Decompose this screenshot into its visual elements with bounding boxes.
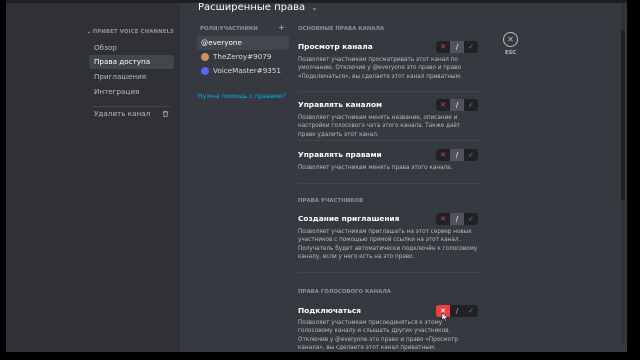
page-title: Расширенные права ⌄ xyxy=(198,2,318,13)
speaker-icon xyxy=(88,30,91,34)
perm-desc-connect: Позволяет участникам присоединяться к эт… xyxy=(298,320,458,351)
perm-title-create-invite: Создание приглашения xyxy=(298,214,400,223)
role-item-thezeroy[interactable]: TheZeroy#9079 xyxy=(197,50,289,64)
sidebar-item-label: Интеграция xyxy=(94,87,140,96)
role-label: @everyone xyxy=(201,38,242,47)
window-frame-left xyxy=(0,0,6,360)
sidebar-channel-header: ПРИВЕТ VOICE CHANNELS xyxy=(88,29,174,35)
permission-toggle-view-channel[interactable]: ✕ / ✓ xyxy=(436,41,478,53)
neutral-icon[interactable]: / xyxy=(450,213,464,225)
delete-channel-label: Удалить канал xyxy=(94,109,151,118)
avatar xyxy=(201,53,209,61)
sidebar-item-invites[interactable]: Приглашения xyxy=(89,70,174,84)
sidebar-item-label: Обзор xyxy=(94,43,117,52)
sidebar-item-integrations[interactable]: Интеграция xyxy=(89,85,174,99)
window-frame-bottom xyxy=(0,352,640,360)
perm-title-manage-channel: Управлять каналом xyxy=(298,100,383,109)
roles-header: РОЛИ/УЧАСТНИКИ xyxy=(200,26,258,32)
sidebar-item-label: Права доступа xyxy=(94,57,151,66)
perm-divider xyxy=(298,91,480,92)
permission-toggle-manage-channel[interactable]: ✕ / ✓ xyxy=(436,99,478,111)
allow-icon[interactable]: ✓ xyxy=(464,99,478,111)
perm-divider xyxy=(298,183,480,184)
deny-icon[interactable]: ✕ xyxy=(436,99,450,111)
deny-icon[interactable]: ✕ xyxy=(436,41,450,53)
perm-title-connect: Подключаться xyxy=(298,306,361,315)
mouse-cursor-icon xyxy=(441,312,449,322)
perm-divider xyxy=(298,140,480,141)
permissions-help-link[interactable]: Нужна помощь с правами? xyxy=(198,93,286,100)
perm-desc-create-invite: Позволяет участникам приглашать на этот … xyxy=(298,229,478,260)
sidebar-item-overview[interactable]: Обзор xyxy=(89,41,174,55)
sidebar-header-label: ПРИВЕТ VOICE CHANNELS xyxy=(92,29,174,35)
plus-icon[interactable]: + xyxy=(278,23,285,32)
perm-desc-manage-permissions: Позволяет участникам менять права этого … xyxy=(298,165,453,171)
section-label-voice: ПРАВА ГОЛОСОВОГО КАНАЛА xyxy=(298,289,391,295)
allow-icon[interactable]: ✓ xyxy=(464,149,478,161)
section-label-channel: ОСНОВНЫЕ ПРАВА КАНАЛА xyxy=(298,26,385,32)
avatar xyxy=(201,67,209,75)
section-label-members: ПРАВА УЧАСТНИКОВ xyxy=(298,198,364,204)
close-icon[interactable]: ✕ xyxy=(503,32,518,47)
neutral-icon[interactable]: / xyxy=(450,99,464,111)
neutral-icon[interactable]: / xyxy=(450,305,464,317)
page-title-text: Расширенные права xyxy=(198,2,306,13)
perm-desc-view-channel: Позволяет участникам просматривать этот … xyxy=(298,57,462,80)
role-label: VoiceMaster#9351 xyxy=(213,66,281,75)
role-label: TheZeroy#9079 xyxy=(213,52,272,61)
allow-icon[interactable]: ✓ xyxy=(464,305,478,317)
esc-label: ESC xyxy=(505,50,517,56)
allow-icon[interactable]: ✓ xyxy=(464,213,478,225)
role-item-everyone[interactable]: @everyone xyxy=(197,36,289,50)
permission-toggle-manage-permissions[interactable]: ✕ / ✓ xyxy=(436,149,478,161)
deny-icon[interactable]: ✕ xyxy=(436,149,450,161)
permission-toggle-create-invite[interactable]: ✕ / ✓ xyxy=(436,213,478,225)
role-item-voicemaster[interactable]: VoiceMaster#9351 xyxy=(197,64,289,78)
scrollbar-thumb[interactable] xyxy=(621,30,625,200)
sidebar-item-permissions[interactable]: Права доступа xyxy=(89,55,174,69)
perm-divider xyxy=(298,272,480,273)
delete-channel-button[interactable]: Удалить канал xyxy=(89,107,174,121)
chevron-down-icon[interactable]: ⌄ xyxy=(311,3,318,12)
allow-icon[interactable]: ✓ xyxy=(464,41,478,53)
perm-desc-manage-channel: Позволяет участникам менять название, оп… xyxy=(298,115,461,138)
neutral-icon[interactable]: / xyxy=(450,149,464,161)
perm-title-view-channel: Просмотр канала xyxy=(298,42,373,51)
window-frame-right xyxy=(627,0,640,360)
sidebar-item-label: Приглашения xyxy=(94,72,147,81)
trash-icon xyxy=(163,111,168,117)
deny-icon[interactable]: ✕ xyxy=(436,213,450,225)
perm-title-manage-permissions: Управлять правами xyxy=(298,150,382,159)
neutral-icon[interactable]: / xyxy=(450,41,464,53)
